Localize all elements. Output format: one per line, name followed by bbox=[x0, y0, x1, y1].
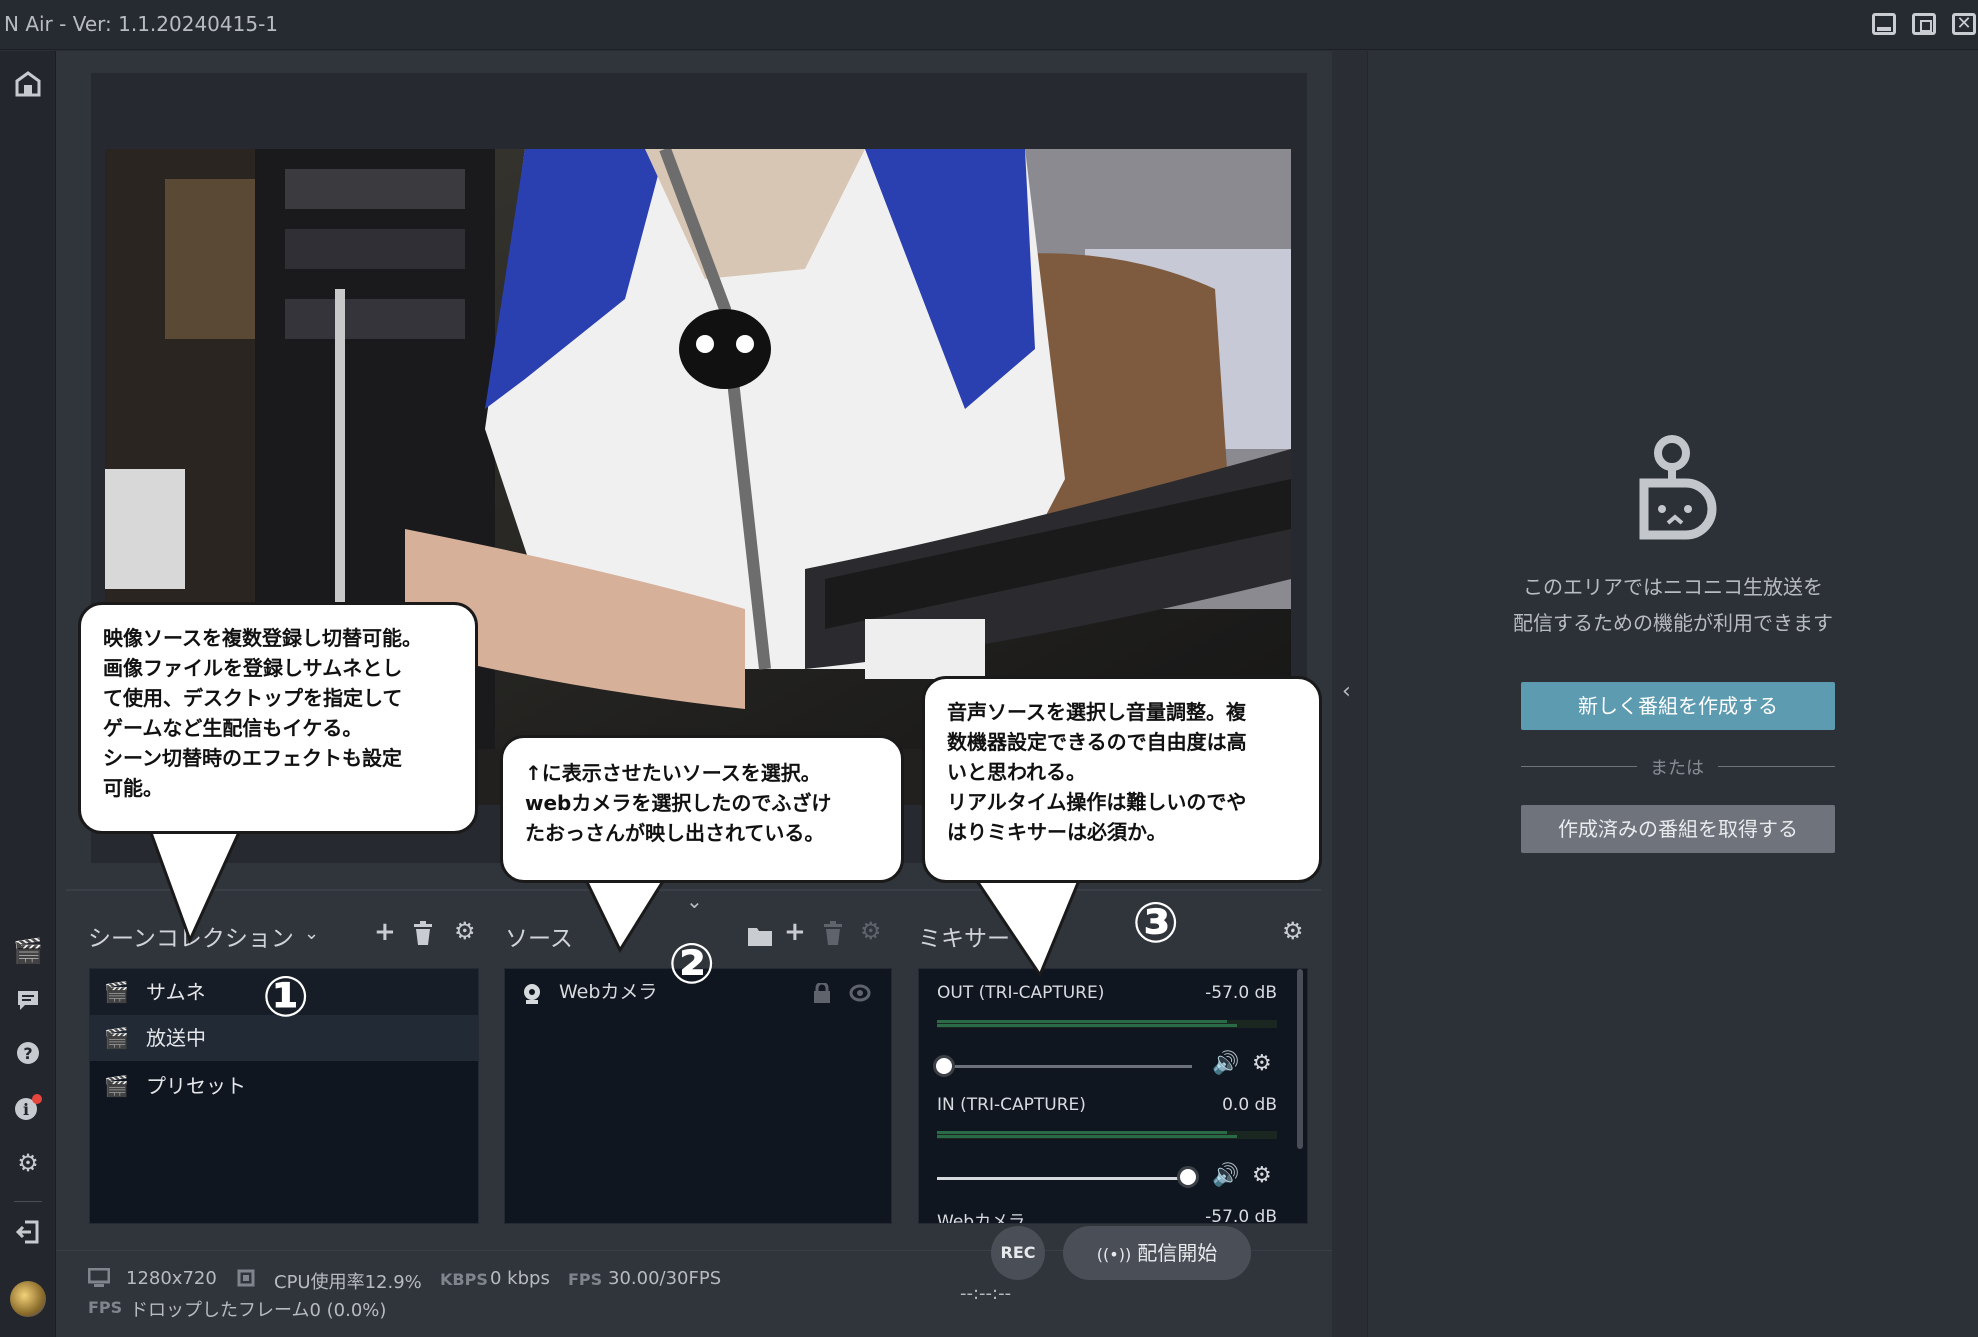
annotation-line: 可能。 bbox=[103, 776, 163, 800]
annotation-line: て使用、デスクトップを指定して bbox=[103, 686, 403, 710]
annotation-line: 映像ソースを複数登録し切替可能。 bbox=[103, 626, 422, 650]
annotation-line: 音声ソースを選択し音量調整。複 bbox=[947, 700, 1246, 724]
annotation-bubble-mixer: 音声ソースを選択し音量調整。複 数機器設定できるので自由度は高 いと思われる。 … bbox=[922, 676, 1322, 883]
annotation-line: はりミキサーは必須か。 bbox=[947, 820, 1167, 844]
annotation-line: たおっさんが映し出されている。 bbox=[525, 821, 825, 845]
annotation-line: いと思われる。 bbox=[947, 760, 1086, 784]
annotation-line: ↑に表示させたいソースを選択。 bbox=[525, 761, 821, 785]
annotation-bubble-sources: ↑に表示させたいソースを選択。 webカメラを選択したのでふざけ たおっさんが映… bbox=[500, 735, 904, 883]
annotation-line: リアルタイム操作は難しいのでや bbox=[947, 790, 1247, 814]
annotation-line: シーン切替時のエフェクトも設定 bbox=[103, 746, 402, 770]
annotation-line: webカメラを選択したのでふざけ bbox=[525, 791, 832, 815]
annotation-line: 数機器設定できるので自由度は高 bbox=[947, 730, 1247, 754]
marker-1: ① bbox=[262, 965, 310, 1030]
annotation-bubble-scenes: 映像ソースを複数登録し切替可能。 画像ファイルを登録しサムネとし て使用、デスク… bbox=[78, 602, 478, 834]
marker-2: ② bbox=[668, 932, 716, 997]
annotation-line: ゲームなど生配信もイケる。 bbox=[103, 716, 363, 740]
annotation-line: 画像ファイルを登録しサムネとし bbox=[103, 656, 403, 680]
marker-3: ③ bbox=[1132, 891, 1180, 956]
